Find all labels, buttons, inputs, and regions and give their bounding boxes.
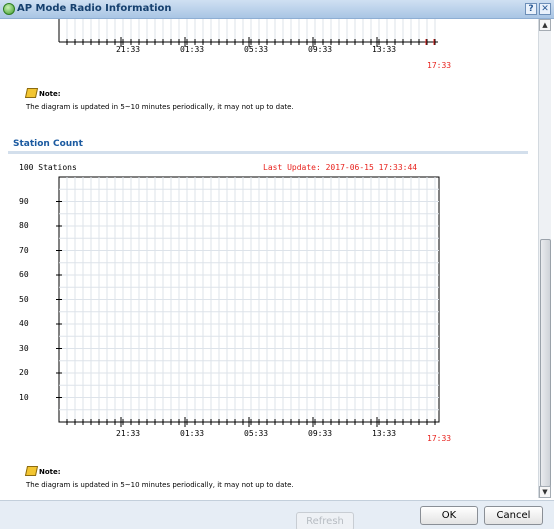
x-tick-label: 13:33 (372, 45, 397, 54)
scroll-down-arrow-icon[interactable]: ▼ (539, 486, 551, 498)
y-tick-label: 20 (19, 368, 29, 377)
refresh-circle-icon (3, 3, 15, 15)
x-tick-label: 13:33 (372, 429, 397, 438)
window-title: AP Mode Radio Information (17, 3, 172, 14)
top-current-time: 17:33 (427, 61, 452, 70)
current-time: 17:33 (427, 434, 452, 443)
scrollbar-thumb[interactable] (540, 239, 551, 487)
section-divider (8, 151, 528, 154)
x-tick-label: 01:33 (180, 45, 205, 54)
y-tick-label: 10 (19, 392, 29, 402)
note-text: The diagram is updated in 5~10 minutes p… (26, 481, 294, 489)
content-area: 21:33 01:33 05:33 09:33 13:33 17:33 Note: Th… (0, 19, 538, 500)
help-button[interactable]: ? (525, 3, 537, 15)
note-text: The diagram is updated in 5~10 minutes p… (26, 103, 294, 111)
note-label: Note: (39, 468, 61, 476)
scroll-up-arrow-icon[interactable]: ▲ (539, 19, 551, 31)
note-label: Note: (39, 90, 61, 98)
y-tick-label: 80 (19, 221, 29, 230)
station-count-chart (56, 176, 440, 427)
x-tick-label: 01:33 (180, 429, 205, 438)
refresh-button[interactable]: Refresh (296, 512, 354, 529)
y-tick-label: 30 (19, 343, 29, 353)
x-tick-label: 21:33 (116, 45, 141, 54)
x-tick-label: 05:33 (244, 45, 269, 54)
close-button[interactable]: ✕ (539, 3, 551, 15)
x-tick-label: 09:33 (308, 429, 333, 438)
radio-chart-partial (58, 19, 438, 47)
y-tick-label: 70 (19, 245, 29, 255)
x-tick-label: 05:33 (244, 429, 269, 438)
dialog-footer: Refresh OK Cancel (0, 500, 554, 529)
note-icon (24, 466, 39, 476)
station-count-title: Station Count (13, 139, 83, 149)
x-tick-label: 09:33 (308, 45, 333, 54)
window-titlebar: AP Mode Radio Information ? ✕ (0, 0, 554, 19)
y-tick-label: 40 (19, 319, 29, 328)
cancel-button[interactable]: Cancel (484, 506, 543, 525)
note-icon (24, 88, 39, 98)
vertical-scrollbar[interactable]: ▲ ▼ (538, 19, 551, 498)
y-tick-label: 90 (19, 196, 29, 206)
x-tick-label: 21:33 (116, 429, 141, 438)
y-tick-label: 60 (19, 270, 29, 279)
y-tick-label: 50 (19, 294, 29, 304)
ok-button[interactable]: OK (420, 506, 478, 525)
